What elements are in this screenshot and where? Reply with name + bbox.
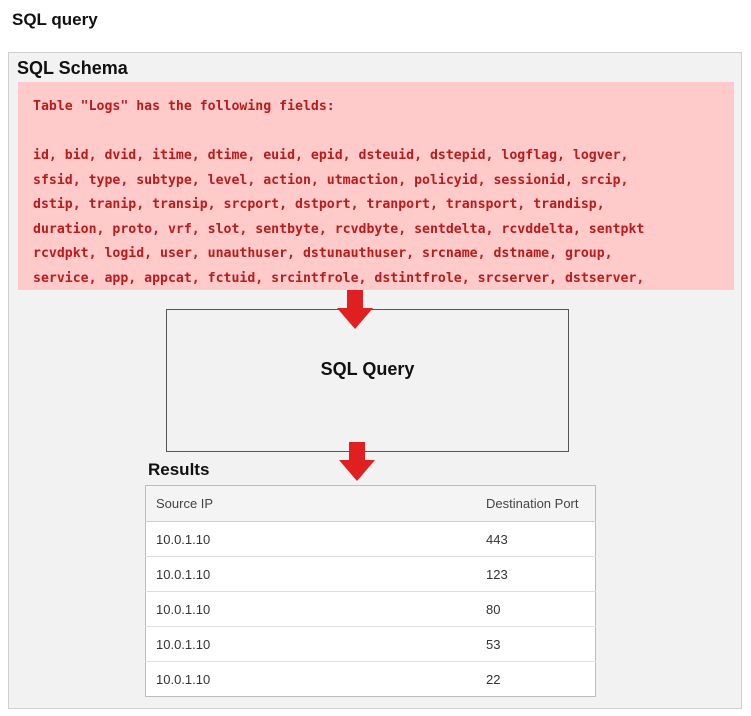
table-row: 10.0.1.10 53: [145, 626, 596, 662]
table-row: 10.0.1.10 22: [146, 662, 596, 697]
cell-destination-port: 22: [486, 671, 501, 687]
schema-field-line: sfsid, type, subtype, level, action, utm…: [33, 172, 629, 188]
cell-source-ip: 10.0.1.10: [145, 521, 474, 557]
schema-field-line: id, bid, dvid, itime, dtime, euid, epid,…: [33, 148, 629, 163]
schema-field-line: duration, proto, vrf, slot, sentbyte, rc…: [33, 221, 645, 237]
schema-title: SQL Schema: [17, 58, 128, 78]
arrow-down-icon: [337, 290, 373, 329]
schema-box: Table "Logs" has the following fields: i…: [18, 82, 734, 290]
table-row: 10.0.1.10 123: [145, 556, 596, 592]
arrow-down-icon: [339, 442, 375, 481]
table-row: 10.0.1.10 80: [145, 591, 596, 627]
cell-destination-port: 80: [474, 591, 596, 627]
cell-destination-port: 123: [474, 556, 596, 592]
results-title: Results: [148, 460, 210, 479]
cell-source-ip: 10.0.1.10: [156, 671, 211, 687]
cell-source-ip: 10.0.1.10: [145, 556, 474, 592]
table-header-row: Source IP Destination Port: [145, 485, 596, 522]
results-table: Source IP Destination Port 10.0.1.10 443…: [145, 485, 596, 697]
page-title: SQL query: [12, 10, 98, 29]
cell-source-ip: 10.0.1.10: [145, 591, 474, 627]
table-row: 10.0.1.10 443: [145, 521, 596, 557]
cell-source-ip: 10.0.1.10: [145, 626, 474, 662]
sql-query-label: SQL Query: [320, 359, 415, 379]
schema-intro: Table "Logs" has the following fields:: [33, 99, 335, 114]
schema-field-line: dstip, tranip, transip, srcport, dstport…: [33, 197, 605, 213]
column-header-source-ip: Source IP: [145, 485, 474, 522]
schema-field-line: service, app, appcat, fctuid, srcintfrol…: [33, 270, 645, 286]
cell-destination-port: 53: [474, 626, 596, 662]
cell-destination-port: 443: [474, 521, 596, 557]
schema-field-line: rcvdpkt, logid, user, unauthuser, dstuna…: [33, 246, 613, 262]
sql-query-box: SQL Query: [166, 309, 569, 452]
column-header-destination-port: Destination Port: [474, 485, 596, 522]
